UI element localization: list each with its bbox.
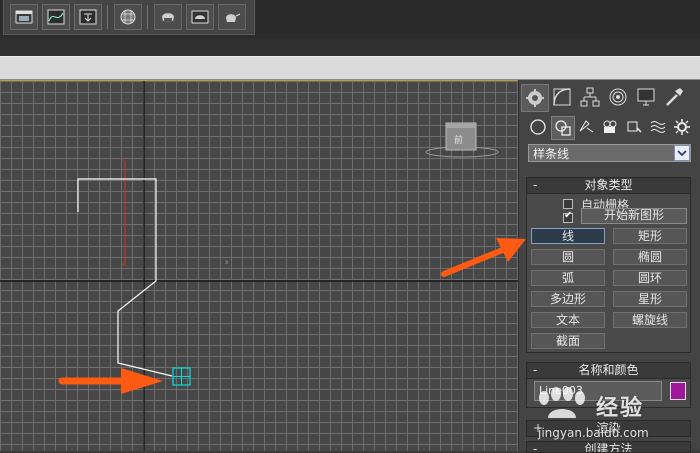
curve-editor-icon	[47, 9, 65, 25]
scene-explorer-button[interactable]	[10, 4, 38, 30]
render-setup-icon	[79, 9, 97, 25]
utilities-tab-icon	[666, 88, 683, 106]
category-space-warps[interactable]	[647, 116, 669, 138]
material-editor-icon	[120, 9, 136, 25]
category-geometry[interactable]	[527, 116, 549, 138]
svg-text:前: 前	[454, 134, 463, 146]
material-editor-button[interactable]	[114, 4, 142, 30]
category-helpers[interactable]	[623, 116, 645, 138]
collapse-sign: -	[533, 363, 538, 377]
shapes-icon	[555, 120, 571, 136]
curve-editor-button[interactable]	[42, 4, 70, 30]
display-tab-icon	[637, 88, 655, 106]
scene-explorer-icon	[15, 10, 33, 24]
name-color-title: 名称和颜色	[578, 363, 639, 377]
svg-text:x: x	[121, 156, 125, 163]
render-production-button[interactable]	[186, 4, 214, 30]
viewcube-icon[interactable]: 前	[424, 119, 504, 161]
lights-icon	[579, 120, 594, 133]
category-lights[interactable]	[575, 116, 597, 138]
shape-button-1[interactable]: 矩形	[613, 228, 687, 244]
start-new-shape-checkbox[interactable]: ✔	[563, 210, 573, 223]
start-new-shape-row[interactable]: ✔	[563, 210, 581, 225]
ribbon-strip	[0, 38, 700, 56]
category-shapes[interactable]	[551, 116, 575, 140]
dropdown-arrow[interactable]	[674, 145, 690, 161]
auto-grid-checkbox[interactable]	[563, 199, 573, 209]
checkmark-icon: ✔	[564, 210, 573, 221]
dropdown-value: 样条线	[533, 147, 570, 161]
motion-tab-icon	[609, 88, 627, 106]
shape-button-4[interactable]: 弧	[531, 270, 605, 286]
shape-button-0[interactable]: 线	[531, 228, 605, 244]
tab-motion[interactable]	[605, 84, 631, 110]
shape-button-3[interactable]: 椭圆	[613, 249, 687, 265]
toolbar-separator	[107, 5, 108, 29]
watermark-url: jingyan.baidu.com	[538, 426, 649, 440]
tab-utilities[interactable]	[661, 84, 687, 110]
shape-button-7[interactable]: 星形	[613, 291, 687, 307]
render-setup-button[interactable]	[74, 4, 102, 30]
create-tab-icon	[526, 89, 544, 107]
perspective-viewport[interactable]: x x x 前	[0, 80, 518, 451]
space-warps-icon	[650, 121, 666, 133]
render-iterative-icon	[226, 13, 241, 22]
command-panel-tabs	[521, 84, 699, 112]
chevron-down-icon	[677, 150, 687, 157]
svg-text:x: x	[225, 259, 229, 266]
tab-hierarchy[interactable]	[577, 84, 603, 110]
watermark: 经验 jingyan.baidu.com	[528, 382, 700, 450]
baidu-paw-logo	[539, 387, 585, 418]
viewport-label-bar	[0, 56, 700, 80]
watermark-site-cn: 经验	[596, 396, 645, 421]
render-production-icon	[191, 10, 209, 24]
shape-button-5[interactable]: 圆环	[613, 270, 687, 286]
name-color-header[interactable]: - 名称和颜色	[527, 363, 690, 379]
shape-button-6[interactable]: 多边形	[531, 291, 605, 307]
shape-button-8[interactable]: 文本	[531, 312, 605, 328]
modify-tab-icon	[553, 88, 571, 106]
geometry-icon	[530, 119, 546, 135]
object-type-header[interactable]: - 对象类型	[527, 178, 690, 194]
systems-icon	[674, 119, 690, 135]
shape-button-10[interactable]: 截面	[531, 333, 605, 349]
svg-text:x: x	[121, 261, 125, 268]
create-categories	[525, 116, 699, 140]
tab-display[interactable]	[633, 84, 659, 110]
render-frame-icon	[162, 13, 174, 23]
object-type-rollout: - 对象类型 自动栅格 ✔ 开始新图形 线矩形圆椭圆弧圆环 多边形 星形 文本 螺旋线截…	[526, 177, 691, 353]
hierarchy-tab-icon	[580, 87, 600, 107]
shape-type-dropdown[interactable]: 样条线	[528, 144, 691, 162]
render-frame-button[interactable]	[154, 4, 182, 30]
helpers-icon	[627, 121, 642, 133]
main-toolbar	[0, 0, 700, 38]
shape-button-2[interactable]: 圆	[531, 249, 605, 265]
render-iterative-button[interactable]	[218, 4, 246, 30]
start-new-shape-button[interactable]: 开始新图形	[581, 208, 687, 224]
cameras-icon	[603, 120, 617, 133]
tab-create[interactable]	[521, 84, 549, 112]
collapse-sign: -	[533, 178, 538, 192]
tab-modify[interactable]	[549, 84, 575, 110]
category-systems[interactable]	[671, 116, 693, 138]
shape-button-9[interactable]: 螺旋线	[613, 312, 687, 328]
object-type-title: 对象类型	[584, 178, 633, 192]
render-toolbar-group	[3, 0, 255, 35]
toolbar-separator	[147, 5, 148, 29]
category-cameras[interactable]	[599, 116, 621, 138]
